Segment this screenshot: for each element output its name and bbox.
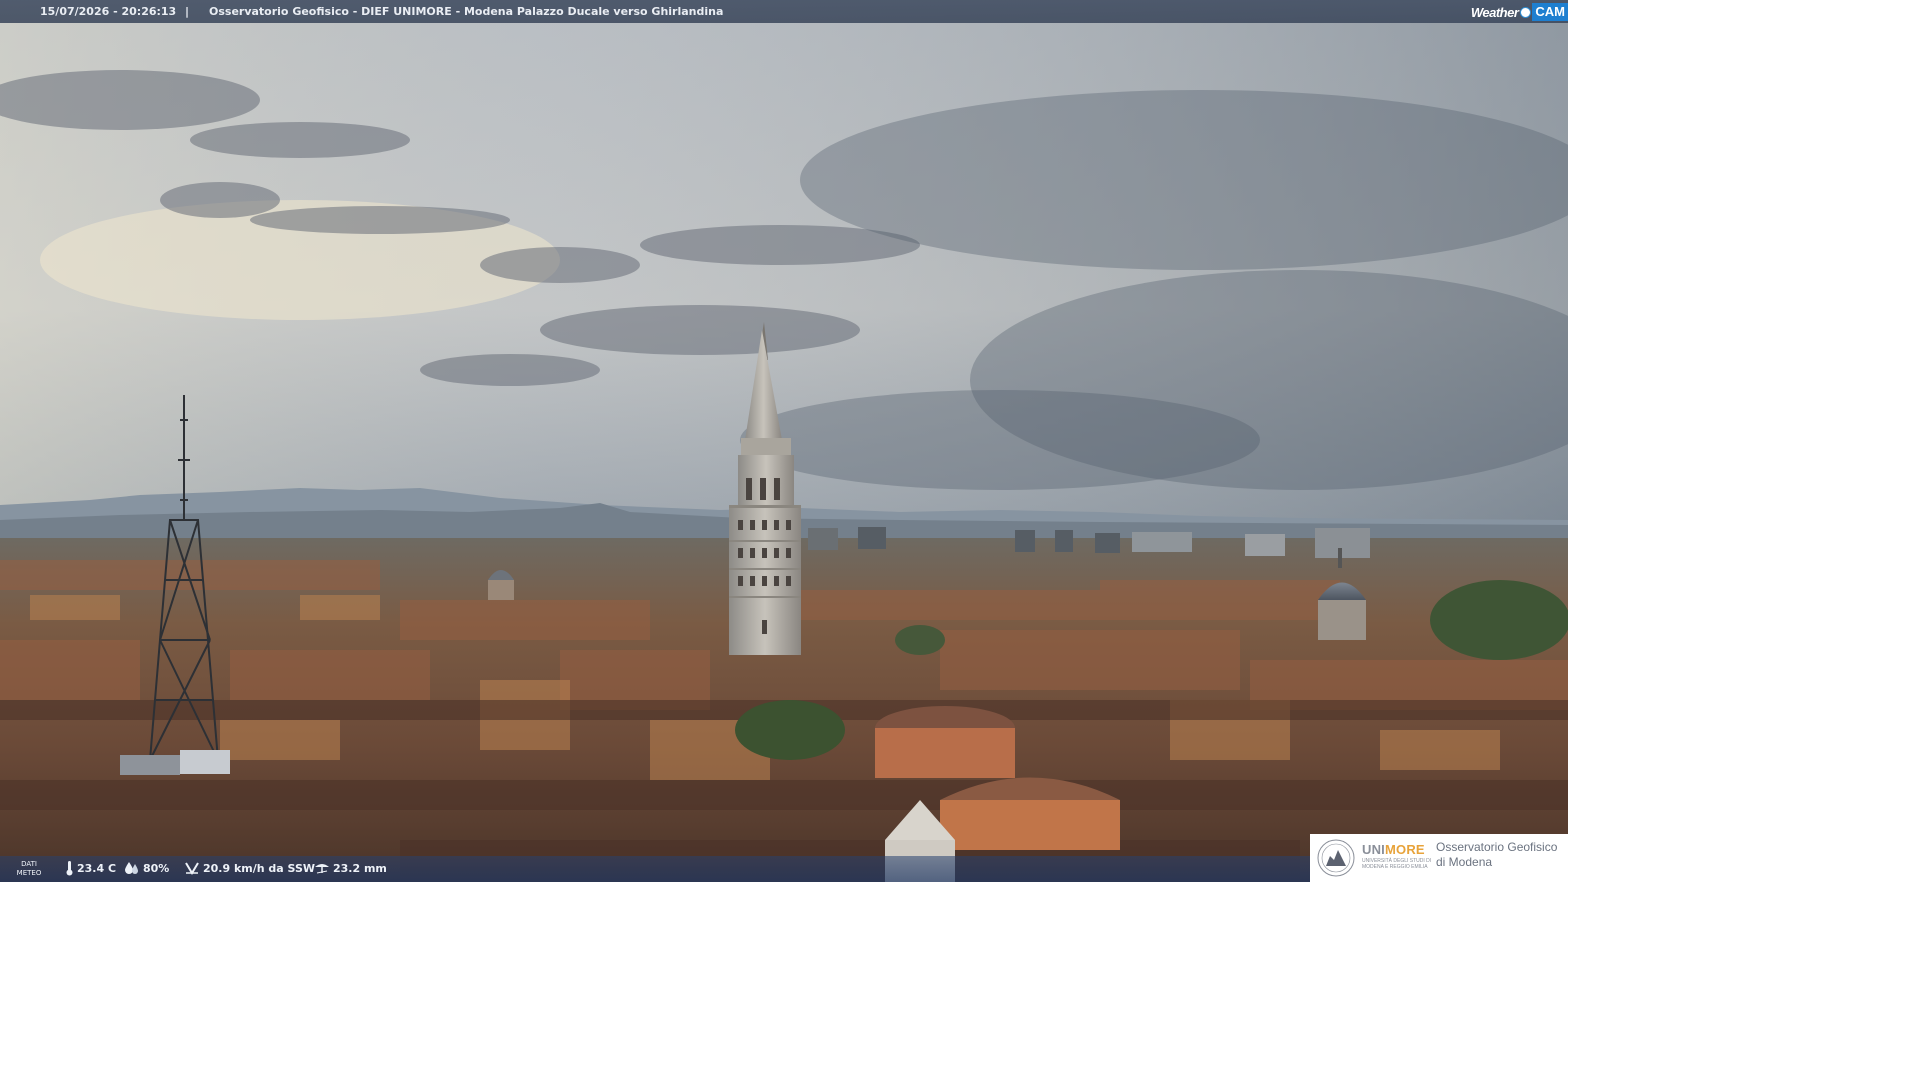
webcam-image (0, 0, 1568, 882)
rain-reading: 23.2 mm (314, 861, 387, 875)
unimore-wordmark: UNIMORE (1362, 842, 1425, 857)
humidity-reading: 80% (124, 861, 169, 875)
temperature-reading: 23.4 C (65, 861, 116, 876)
unimore-logo-panel[interactable]: UNIMORE Università degli studi di Modena… (1310, 834, 1568, 882)
wind-icon (185, 862, 199, 875)
wind-reading: 20.9 km/h da SSW (184, 861, 315, 875)
wind-value: 20.9 km/h da SSW (203, 861, 316, 875)
rain-icon (315, 864, 329, 874)
observatory-name: Osservatorio Geofisico di Modena (1436, 840, 1558, 869)
rain-value: 23.2 mm (333, 861, 387, 875)
temperature-value: 23.4 C (77, 862, 117, 875)
thermometer-icon (66, 861, 73, 876)
humidity-drop-icon (125, 862, 138, 874)
humidity-value: 80% (143, 861, 170, 875)
university-full-name: Università degli studi di Modena e Reggi… (1362, 858, 1432, 870)
top-caption-bar: 15/07/2026 - 20:26:13 | Osservatorio Geo… (0, 0, 1568, 23)
weather-data-label: DATI METEO (16, 860, 42, 877)
weathercam-logo-cam: CAM (1532, 3, 1568, 21)
camera-lens-icon (1520, 6, 1532, 18)
timestamp: 15/07/2026 - 20:26:13 (40, 5, 177, 18)
caption-separator: | (185, 5, 190, 18)
weather-data-bar: DATI METEO 23.4 C 80% 20.9 km/h da SSW 2… (0, 856, 1310, 882)
weathercam-logo[interactable]: Weather CAM (1471, 2, 1568, 22)
university-seal-icon (1317, 839, 1355, 877)
weathercam-logo-text: Weather (1470, 4, 1519, 20)
camera-title: Osservatorio Geofisico - DIEF UNIMORE - … (209, 5, 724, 18)
